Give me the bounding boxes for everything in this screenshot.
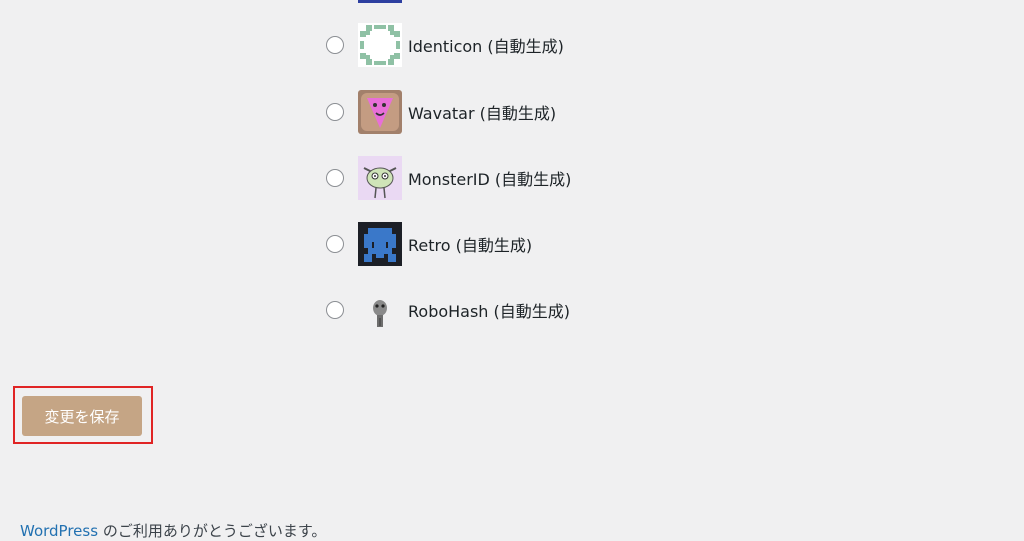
robohash-radio[interactable] <box>326 301 344 319</box>
monsterid-radio[interactable] <box>326 169 344 187</box>
avatar-option-wavatar[interactable]: Wavatar (自動生成) <box>326 90 556 134</box>
avatar-option-retro[interactable]: Retro (自動生成) <box>326 222 532 266</box>
retro-avatar-icon <box>358 222 402 266</box>
monsterid-label: MonsterID (自動生成) <box>408 170 572 189</box>
identicon-avatar-icon <box>358 23 402 67</box>
footer-thanks-text: のご利用ありがとうございます。 <box>98 522 327 540</box>
avatar-option-identicon[interactable]: Identicon (自動生成) <box>326 23 564 67</box>
avatar-option-robohash[interactable]: RoboHash (自動生成) <box>326 288 570 332</box>
identicon-label: Identicon (自動生成) <box>408 37 564 56</box>
robohash-label: RoboHash (自動生成) <box>408 302 571 321</box>
avatar-option-monsterid[interactable]: MonsterID (自動生成) <box>326 156 571 200</box>
wavatar-label: Wavatar (自動生成) <box>408 104 557 123</box>
identicon-radio[interactable] <box>326 36 344 54</box>
retro-label: Retro (自動生成) <box>408 236 533 255</box>
previous-avatar-thumbnail <box>358 0 402 3</box>
wavatar-avatar-icon <box>358 90 402 134</box>
retro-radio[interactable] <box>326 235 344 253</box>
monsterid-avatar-icon <box>358 156 402 200</box>
wordpress-link[interactable]: WordPress <box>20 522 98 540</box>
save-changes-button[interactable]: 変更を保存 <box>22 396 142 436</box>
robohash-avatar-icon <box>358 288 402 332</box>
wavatar-radio[interactable] <box>326 103 344 121</box>
